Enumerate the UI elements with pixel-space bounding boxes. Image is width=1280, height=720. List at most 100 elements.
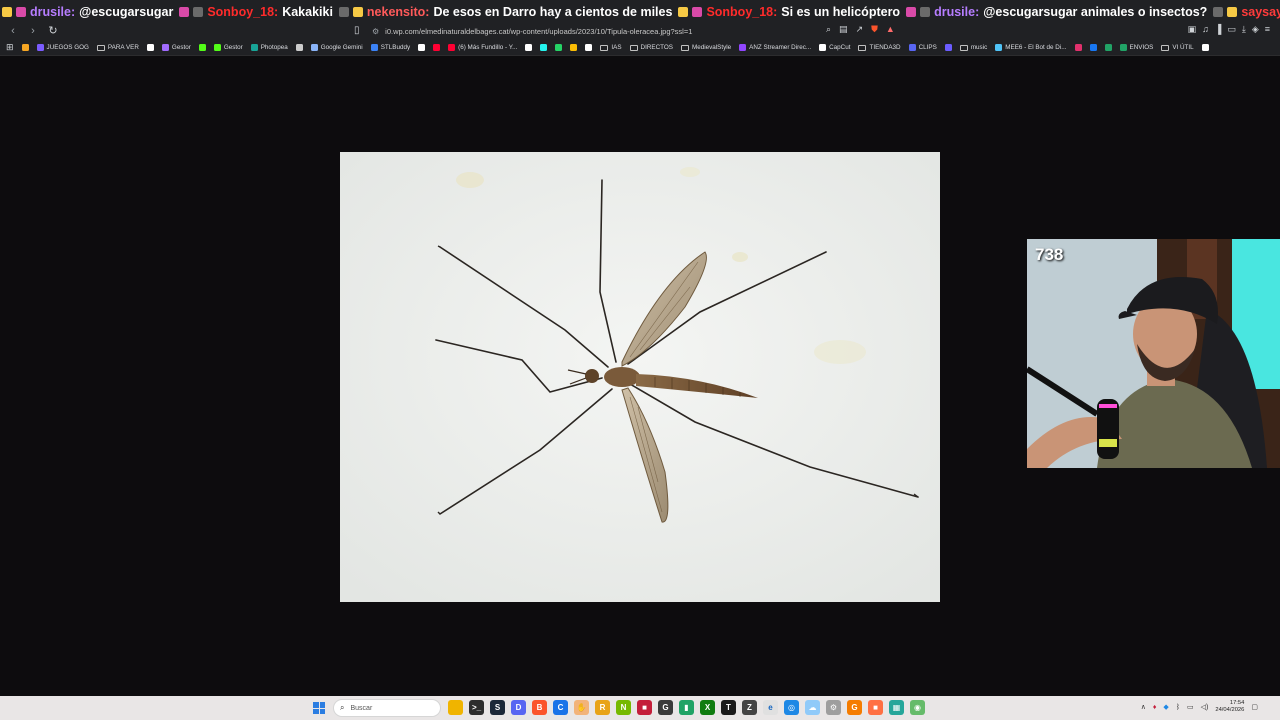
- chat-username: nekensito:: [366, 5, 430, 19]
- bookmark-item[interactable]: [585, 44, 593, 51]
- apps-grid-icon[interactable]: ⊞: [6, 42, 14, 53]
- share-icon[interactable]: ↗: [856, 24, 864, 35]
- taskbar-brave-icon[interactable]: B: [532, 700, 547, 715]
- zoom-icon[interactable]: ⌕: [826, 24, 831, 35]
- screenshot-icon[interactable]: ▣: [1188, 24, 1197, 35]
- bookmark-item[interactable]: [1104, 44, 1112, 51]
- taskbar-app-r-icon[interactable]: R: [595, 700, 610, 715]
- bookmark-item[interactable]: Gestor: [213, 44, 243, 51]
- chevron-up-icon[interactable]: ∧: [1141, 703, 1146, 711]
- address-bar-actions: ⌕ ▤ ↗ ⛊ ▲: [826, 24, 895, 35]
- favicon-icon: [819, 44, 827, 51]
- bookmark-item[interactable]: [525, 44, 533, 51]
- bookmark-item[interactable]: [21, 44, 29, 51]
- bookmark-page-icon[interactable]: ▯: [354, 25, 364, 37]
- taskbar-app-z-icon[interactable]: Z: [742, 700, 757, 715]
- brave-rewards-icon[interactable]: ▲: [886, 24, 895, 35]
- site-info-icon[interactable]: ⚙: [372, 27, 379, 36]
- bookmark-folder[interactable]: VI ÚTIL: [1161, 44, 1194, 51]
- favicon-icon: [21, 44, 29, 51]
- tab-icon[interactable]: ▭: [1227, 24, 1236, 35]
- taskbar-discord-icon[interactable]: D: [511, 700, 526, 715]
- bookmark-item[interactable]: [1089, 44, 1097, 51]
- bookmark-item[interactable]: [146, 44, 154, 51]
- bookmark-item[interactable]: [570, 44, 578, 51]
- tray-app2-icon[interactable]: ◆: [1163, 703, 1168, 711]
- bookmark-label: music: [970, 44, 988, 51]
- taskbar-search[interactable]: ⌕ Buscar: [333, 699, 441, 717]
- bookmark-item[interactable]: [540, 44, 548, 51]
- bookmark-item[interactable]: ANZ Streamer Direc...: [739, 44, 811, 51]
- taskbar-hand-icon[interactable]: ✋: [574, 700, 589, 715]
- taskbar-file-explorer-icon[interactable]: [448, 700, 463, 715]
- folder-icon: [858, 44, 867, 51]
- bookmark-item[interactable]: [418, 44, 426, 51]
- taskbar-settings-icon[interactable]: ⚙: [826, 700, 841, 715]
- bookmark-folder[interactable]: music: [959, 44, 988, 51]
- bookmark-item[interactable]: [944, 44, 952, 51]
- favicon-icon: [995, 44, 1003, 51]
- back-icon[interactable]: ‹: [6, 24, 20, 38]
- taskbar-app-t-icon[interactable]: T: [721, 700, 736, 715]
- bookmark-item[interactable]: ENVIOS: [1119, 44, 1153, 51]
- bookmark-item[interactable]: STLBuddy: [370, 44, 410, 51]
- bookmark-item[interactable]: [433, 44, 441, 51]
- bookmark-folder[interactable]: TIENDA3D: [858, 44, 901, 51]
- tray-app-icon[interactable]: ♦: [1153, 704, 1157, 711]
- bookmark-item[interactable]: Gestor: [161, 44, 191, 51]
- bluetooth-icon[interactable]: ᛒ: [1176, 704, 1180, 711]
- address-bar[interactable]: ⚙ i0.wp.com/elmedinaturaldelbages.cat/wp…: [372, 23, 822, 39]
- bookmark-folder[interactable]: PARA VER: [96, 44, 139, 51]
- bookmark-item[interactable]: [555, 44, 563, 51]
- bookmark-folder[interactable]: MedievalStyle: [680, 44, 731, 51]
- chat-ticker-messages: drusile: @escugarsugar Sonboy_18: Kakakiki n…: [0, 5, 1280, 19]
- taskbar-app-green-icon[interactable]: ▮: [679, 700, 694, 715]
- sidebar-icon[interactable]: ▐: [1215, 24, 1221, 35]
- notifications-icon[interactable]: ▢: [1251, 703, 1258, 711]
- bookmark-folder[interactable]: DIRECTOS: [629, 44, 673, 51]
- chat-message: Sonboy_18: Kakakiki: [179, 5, 333, 19]
- taskbar-app-last-icon[interactable]: ◉: [910, 700, 925, 715]
- taskbar-nvidia-icon[interactable]: N: [616, 700, 631, 715]
- menu-icon[interactable]: ≡: [1265, 24, 1270, 35]
- brave-shields-icon[interactable]: ⛊: [871, 24, 878, 35]
- taskbar-app-blue-icon[interactable]: ◎: [784, 700, 799, 715]
- taskbar-app-grid-icon[interactable]: ▦: [889, 700, 904, 715]
- clock[interactable]: 17:54 24/04/2026: [1215, 700, 1244, 714]
- bookmark-item[interactable]: JUEGOS GOG: [36, 44, 89, 51]
- taskbar-app-e-icon[interactable]: e: [763, 700, 778, 715]
- bookmark-folder[interactable]: IAS: [600, 44, 622, 51]
- reader-mode-icon[interactable]: ▤: [839, 24, 848, 35]
- taskbar-steam-icon[interactable]: S: [490, 700, 505, 715]
- bookmark-item[interactable]: Photopea: [250, 44, 288, 51]
- bookmark-item[interactable]: [295, 44, 303, 51]
- download-icon[interactable]: ⤓: [1242, 24, 1246, 35]
- forward-icon[interactable]: ›: [26, 24, 40, 38]
- taskbar-app-red-icon[interactable]: ■: [637, 700, 652, 715]
- bookmark-item[interactable]: (6) Más Fundillo - Y...: [448, 44, 517, 51]
- network-icon[interactable]: ▭: [1187, 703, 1194, 711]
- bookmark-item[interactable]: Google Gemini: [310, 44, 363, 51]
- bookmark-item[interactable]: [1074, 44, 1082, 51]
- bookmarks-bar: ⊞ JUEGOS GOG PARA VER Gestor Gestor Photopea…: [0, 40, 1280, 56]
- taskbar-app-orange-icon[interactable]: G: [847, 700, 862, 715]
- bookmark-item[interactable]: [1201, 44, 1209, 51]
- bookmark-item[interactable]: [198, 44, 206, 51]
- bookmark-item[interactable]: CLIPS: [908, 44, 937, 51]
- taskbar-app-cloud-icon[interactable]: ☁: [805, 700, 820, 715]
- taskbar-terminal-icon[interactable]: >_: [469, 700, 484, 715]
- webcam-overlay: 738: [1027, 239, 1280, 468]
- bookmark-item[interactable]: MEE6 - El Bot de Di...: [995, 44, 1067, 51]
- taskbar-app-dark-icon[interactable]: G: [658, 700, 673, 715]
- favicon-icon: [944, 44, 952, 51]
- wallet-icon[interactable]: ◈: [1252, 24, 1259, 35]
- windows-start-icon[interactable]: [313, 702, 325, 714]
- reload-icon[interactable]: ↻: [46, 24, 60, 38]
- taskbar-chrome-icon[interactable]: C: [553, 700, 568, 715]
- bookmark-item[interactable]: CapCut: [819, 44, 850, 51]
- volume-icon[interactable]: ◁): [1201, 703, 1209, 711]
- music-icon[interactable]: ♫: [1202, 24, 1209, 35]
- bookmark-label: PARA VER: [107, 44, 139, 51]
- taskbar-xbox-icon[interactable]: X: [700, 700, 715, 715]
- taskbar-app-o-icon[interactable]: ■: [868, 700, 883, 715]
